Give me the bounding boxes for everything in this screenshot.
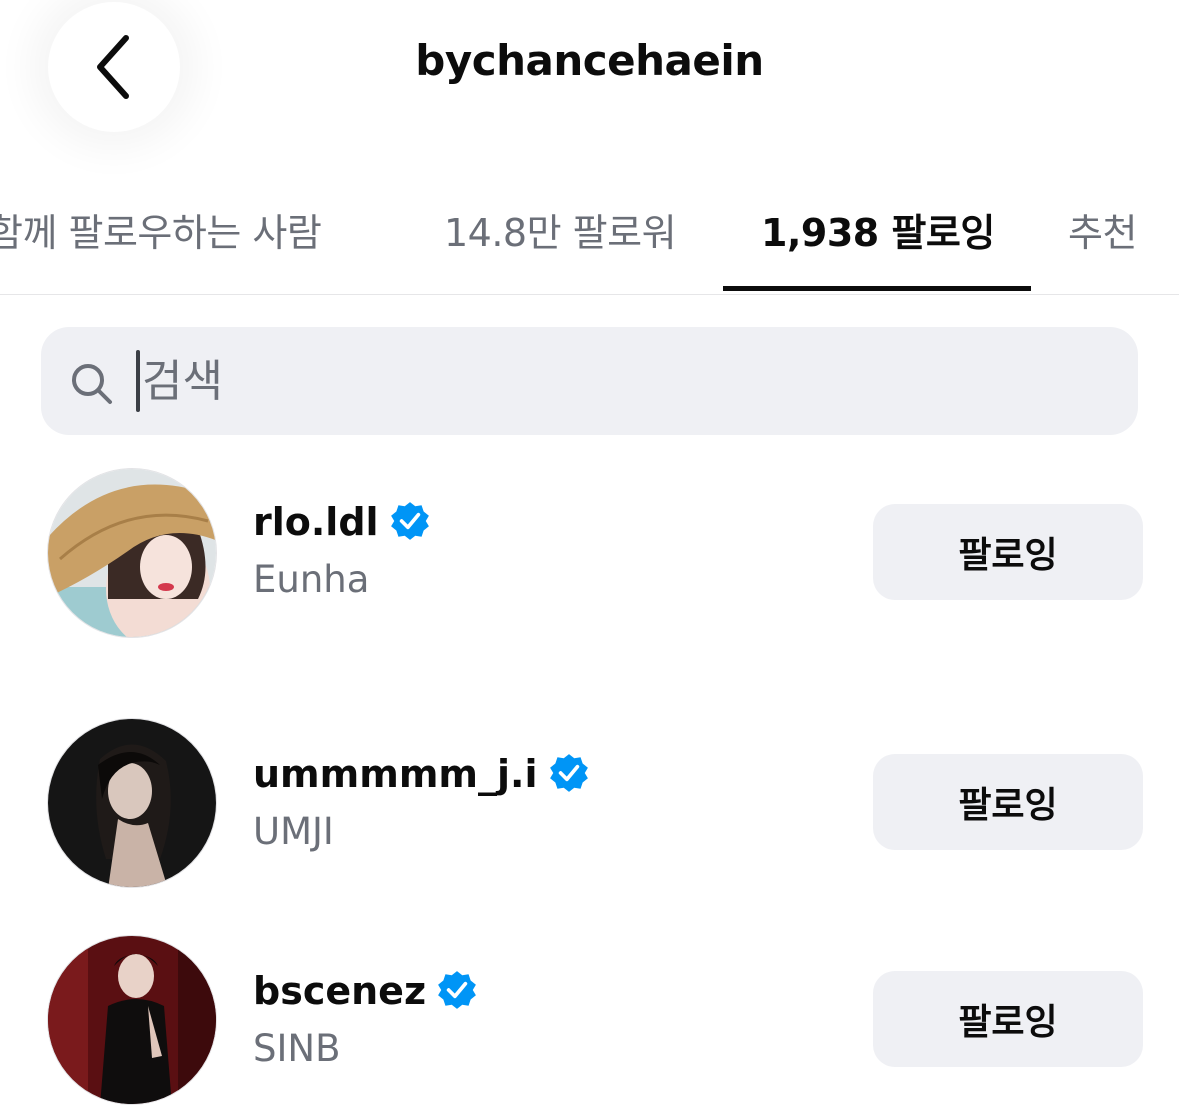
list-item: ummmmm_j.i UMJI 팔로잉: [0, 718, 1179, 888]
verified-badge-icon: [438, 970, 476, 1009]
text-cursor: [136, 350, 140, 412]
following-button[interactable]: 팔로잉: [873, 971, 1143, 1067]
list-item: bscenez SINB 팔로잉: [0, 935, 1179, 1105]
page-title: bychancehaein: [415, 36, 764, 85]
username-text: rlo.ldl: [253, 500, 379, 544]
following-button[interactable]: 팔로잉: [873, 504, 1143, 600]
tab-bar: 함께 팔로우하는 사람 14.8만 팔로워 1,938 팔로잉 추천: [0, 196, 1179, 295]
username[interactable]: rlo.ldl: [253, 500, 431, 544]
active-tab-indicator: [723, 286, 1031, 291]
search-input[interactable]: [142, 346, 1042, 416]
full-name: UMJI: [253, 810, 334, 853]
search-icon: [72, 364, 112, 404]
tab-suggested[interactable]: 추천: [1068, 202, 1137, 257]
following-button[interactable]: 팔로잉: [873, 754, 1143, 850]
avatar[interactable]: [47, 718, 217, 888]
full-name: Eunha: [253, 558, 370, 601]
tab-mutual-followers[interactable]: 함께 팔로우하는 사람: [0, 202, 322, 257]
list-item: rlo.ldl Eunha 팔로잉: [0, 468, 1179, 638]
verified-badge-icon: [390, 501, 429, 540]
tab-followers[interactable]: 14.8만 팔로워: [444, 202, 677, 257]
tab-following[interactable]: 1,938 팔로잉: [761, 202, 995, 257]
username-text: bscenez: [253, 969, 427, 1013]
avatar[interactable]: [47, 935, 217, 1105]
username[interactable]: bscenez: [253, 969, 478, 1013]
username-text: ummmmm_j.i: [253, 752, 538, 796]
username[interactable]: ummmmm_j.i: [253, 752, 590, 796]
verified-badge-icon: [549, 753, 588, 792]
full-name: SINB: [253, 1027, 341, 1070]
avatar[interactable]: [47, 468, 217, 638]
